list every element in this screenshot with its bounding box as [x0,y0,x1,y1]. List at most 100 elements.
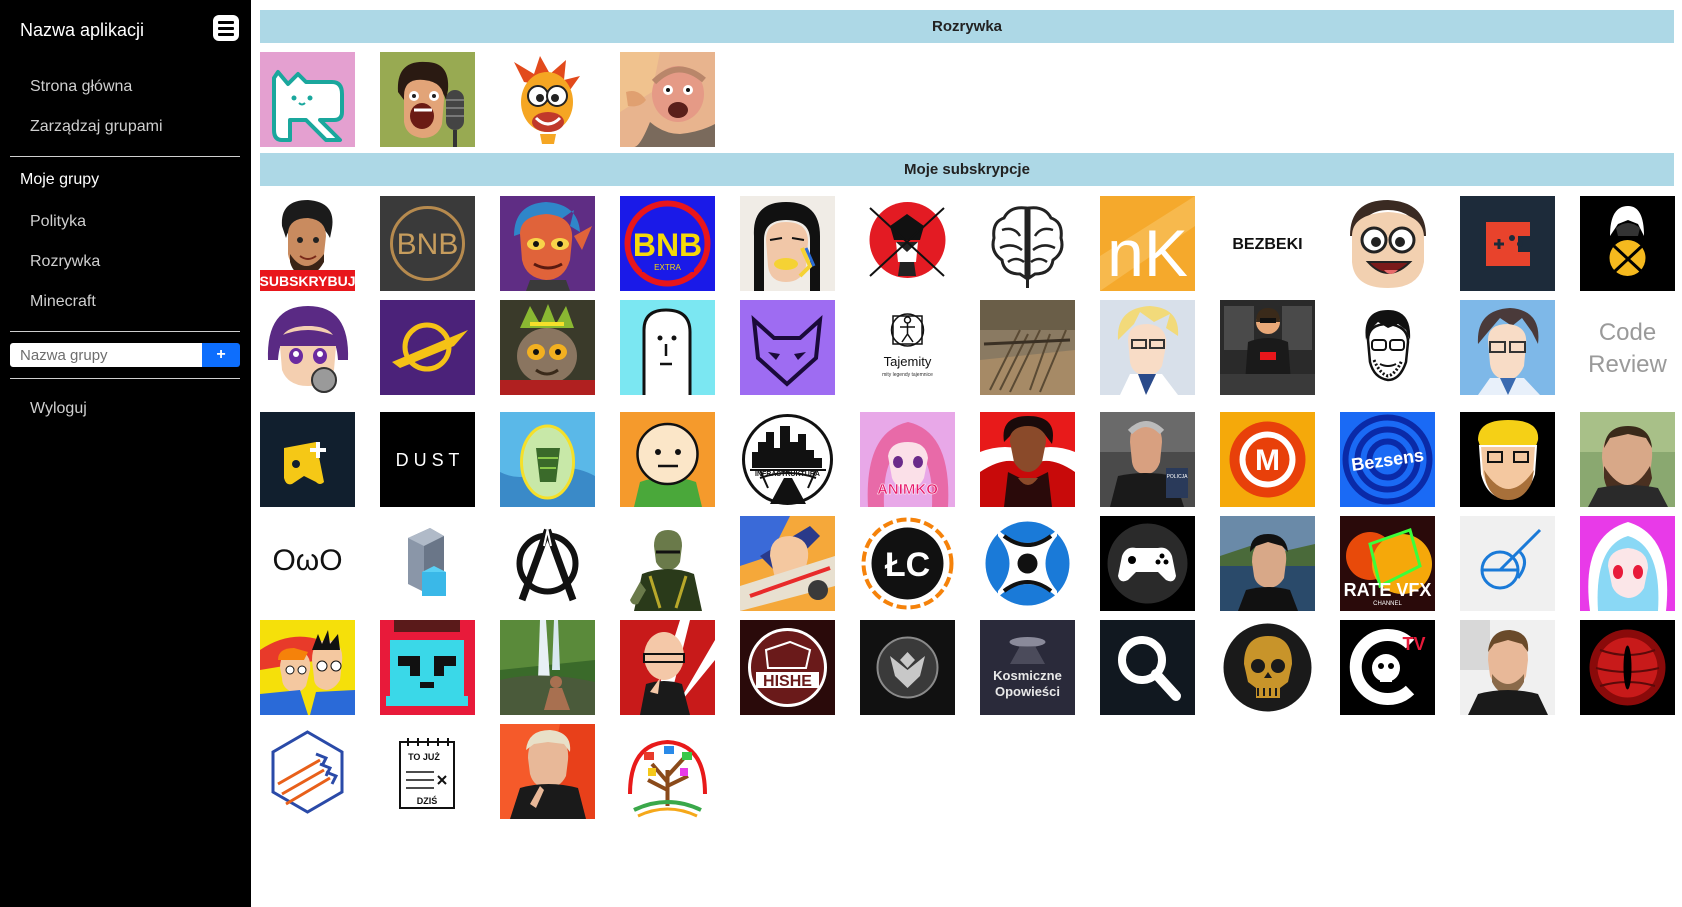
channel-avatar[interactable] [620,412,715,507]
channel-avatar[interactable] [260,52,355,147]
channel-avatar[interactable]: Code Review [1580,300,1675,395]
avatar-text: BNB [633,227,702,263]
channel-avatar[interactable]: BEZBEKI [1220,196,1315,291]
channel-avatar[interactable] [980,516,1075,611]
channel-avatar[interactable] [620,620,715,715]
channel-avatar[interactable] [860,196,955,291]
avatar-text: INFRASTRUKTURA [755,471,820,478]
channel-avatar[interactable] [860,620,955,715]
channel-avatar[interactable] [980,196,1075,291]
channel-avatar[interactable] [740,300,835,395]
channel-avatar[interactable] [1460,300,1555,395]
channel-avatar[interactable]: ŁC [860,516,955,611]
channel-avatar[interactable] [380,300,475,395]
avatar-text: SUBSKRYBUJ [260,273,355,289]
channel-avatar[interactable]: D U S T [380,412,475,507]
channel-avatar[interactable]: Tajemity mity legendy tajemnice [860,300,955,395]
avatar-text: D U S T [396,450,460,470]
channel-avatar[interactable] [1220,516,1315,611]
channel-avatar[interactable]: BNB EXTRA [620,196,715,291]
avatar-text: ОωО [272,544,342,577]
channel-avatar[interactable] [1100,300,1195,395]
channel-avatar[interactable] [380,52,475,147]
hamburger-icon[interactable] [213,15,239,41]
channel-avatar[interactable]: TV [1340,620,1435,715]
channel-avatar[interactable] [1580,620,1675,715]
channel-avatar[interactable]: Kosmiczne Opowieści [980,620,1075,715]
divider [10,156,240,157]
channel-avatar[interactable]: INFRASTRUKTURA [740,412,835,507]
channel-avatar[interactable] [1100,516,1195,611]
channel-avatar[interactable] [1340,196,1435,291]
channel-avatar[interactable]: TO JUŻ DZIŚ [380,724,475,819]
channel-avatar[interactable]: POLICJA [1100,412,1195,507]
channel-avatar[interactable] [980,300,1075,395]
group-item-polityka[interactable]: Polityka [30,213,86,231]
group-item-minecraft[interactable]: Minecraft [30,293,96,311]
channel-avatar[interactable] [620,52,715,147]
channel-avatar[interactable] [620,516,715,611]
app-title: Nazwa aplikacji [20,20,145,40]
channel-avatar[interactable] [260,412,355,507]
channel-avatar[interactable] [500,516,595,611]
channel-avatar[interactable] [980,412,1075,507]
channel-avatar[interactable] [500,300,595,395]
channel-avatar[interactable]: nK [1100,196,1195,291]
channel-avatar[interactable] [260,724,355,819]
nav-home[interactable]: Strona główna [30,78,132,96]
avatar-text: DZIŚ [417,795,438,806]
channel-avatar[interactable]: HISHE [740,620,835,715]
channel-avatar[interactable]: ОωО [260,516,355,611]
avatar-text: BEZBEKI [1232,236,1302,253]
group-name-input[interactable] [10,343,202,367]
channel-avatar[interactable] [500,412,595,507]
sidebar: Nazwa aplikacji Strona główna Zarządzaj … [0,0,251,907]
channel-avatar[interactable]: ANIMKO [860,412,955,507]
nav-manage-groups[interactable]: Zarządzaj grupami [30,118,163,136]
avatar-text: Review [1588,351,1667,378]
channel-avatar[interactable] [1580,516,1675,611]
channel-avatar[interactable] [1460,620,1555,715]
add-group-button[interactable]: + [202,343,240,367]
channel-avatar[interactable]: BNB [380,196,475,291]
channel-avatar[interactable] [1220,620,1315,715]
channel-avatar[interactable]: SUBSKRYBUJ [260,196,355,291]
channel-avatar[interactable] [620,300,715,395]
avatar-text: CHANNEL [1373,601,1402,607]
avatar-text: RATE VFX [1344,580,1432,600]
channel-avatar[interactable] [1460,516,1555,611]
groups-heading: Moje grupy [20,171,100,188]
channel-avatar[interactable] [1460,412,1555,507]
channel-avatar[interactable] [260,620,355,715]
channel-avatar[interactable] [1220,300,1315,395]
channel-avatar[interactable] [1340,300,1435,395]
channel-avatar[interactable] [500,196,595,291]
logout-link[interactable]: Wyloguj [30,400,87,418]
channel-avatar[interactable] [1580,412,1675,507]
avatar-text: Kosmiczne [993,668,1062,683]
divider [10,378,240,379]
channel-avatar[interactable] [260,300,355,395]
hamburger-line [218,21,234,24]
channel-avatar[interactable] [380,516,475,611]
avatar-text: BNB [397,228,459,261]
channel-avatar[interactable] [500,724,595,819]
channel-avatar[interactable] [1460,196,1555,291]
channel-avatar[interactable] [500,52,595,147]
channel-avatar[interactable]: RATE VFX CHANNEL [1340,516,1435,611]
channel-avatar[interactable] [500,620,595,715]
channel-avatar[interactable]: M [1220,412,1315,507]
channel-avatar[interactable] [620,724,715,819]
group-item-rozrywka[interactable]: Rozrywka [30,253,100,271]
channel-avatar[interactable]: Bezsens [1340,412,1435,507]
avatar-text: TO JUŻ [408,752,440,762]
channel-avatar[interactable] [740,516,835,611]
channel-avatar[interactable] [1580,196,1675,291]
avatar-text: Code [1599,319,1656,346]
channel-avatar[interactable] [740,196,835,291]
avatar-text: ANIMKO [877,481,938,498]
avatar-text: nK [1107,216,1188,290]
channel-avatar[interactable] [1100,620,1195,715]
channel-avatar[interactable] [380,620,475,715]
avatar-text: TV [1402,634,1425,654]
